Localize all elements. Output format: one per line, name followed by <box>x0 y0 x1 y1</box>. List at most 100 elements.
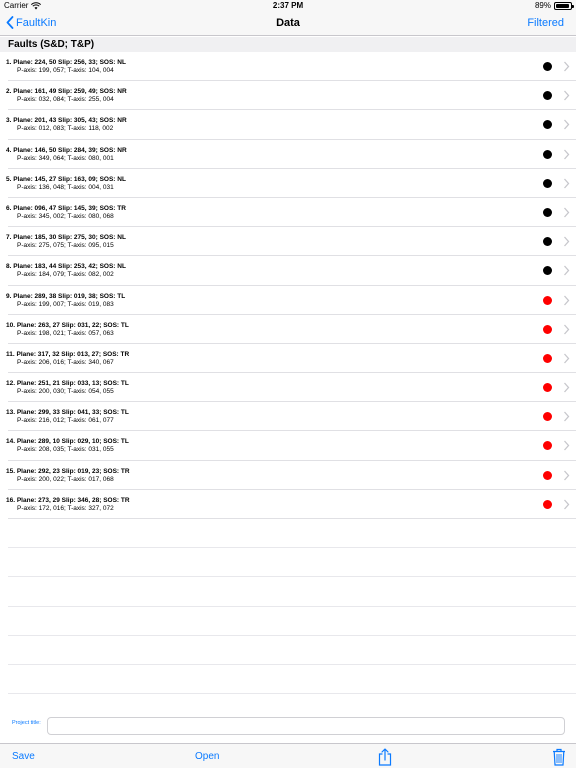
status-dot <box>543 120 552 130</box>
fault-axes: P-axis: 184, 079; T-axis: 082, 002 <box>17 271 114 279</box>
battery-fill <box>556 3 569 8</box>
status-dot <box>543 499 552 509</box>
chevron-right-icon <box>564 411 570 422</box>
fault-list: 1. Plane: 224, 50 Slip: 256, 33; SOS: NL… <box>0 52 576 695</box>
open-button[interactable]: Open <box>195 751 219 762</box>
status-dot <box>543 178 552 188</box>
section-header: Faults (S&D; T&P) <box>0 37 576 52</box>
chevron-right-icon <box>564 149 570 159</box>
status-dot <box>543 324 552 334</box>
fault-axes: P-axis: 198, 021; T-axis: 057, 063 <box>17 329 114 337</box>
project-title-input[interactable] <box>47 717 565 735</box>
fault-row[interactable]: 10. Plane: 263, 27 Slip: 031, 22; SOS: T… <box>6 315 576 344</box>
fault-plane-slip: 10. Plane: 263, 27 Slip: 031, 22; SOS: T… <box>6 321 129 329</box>
fault-axes: P-axis: 199, 007; T-axis: 019, 083 <box>17 300 114 308</box>
bottom-toolbar: Save Open <box>0 743 576 768</box>
fault-row[interactable]: 8. Plane: 183, 44 Slip: 253, 42; SOS: NL… <box>6 256 576 286</box>
status-dot <box>543 383 552 393</box>
fault-row[interactable]: 6. Plane: 096, 47 Slip: 145, 39; SOS: TR… <box>6 198 576 228</box>
fault-row[interactable]: 16. Plane: 273, 29 Slip: 346, 28; SOS: T… <box>6 490 576 519</box>
fault-plane-slip: 15. Plane: 292, 23 Slip: 019, 23; SOS: T… <box>6 467 130 475</box>
chevron-right-icon <box>564 324 570 335</box>
chevron-right-icon <box>564 61 570 72</box>
fault-plane-slip: 16. Plane: 273, 29 Slip: 346, 28; SOS: T… <box>6 496 130 504</box>
chevron-right-icon <box>564 207 570 218</box>
status-time: 2:37 PM <box>272 1 304 10</box>
fault-axes: P-axis: 216, 012; T-axis: 061, 077 <box>17 417 114 425</box>
fault-plane-slip: 2. Plane: 161, 49 Slip: 259, 49; SOS: NR <box>6 88 127 96</box>
chevron-right-icon <box>564 382 570 393</box>
status-dot <box>543 295 552 305</box>
fault-plane-slip: 13. Plane: 299, 33 Slip: 041, 33; SOS: T… <box>6 409 129 417</box>
fault-plane-slip: 12. Plane: 251, 21 Slip: 033, 13; SOS: T… <box>6 380 129 388</box>
fault-row[interactable]: 7. Plane: 185, 30 Slip: 275, 30; SOS: NL… <box>6 227 576 257</box>
fault-plane-slip: 7. Plane: 185, 30 Slip: 275, 30; SOS: NL <box>6 234 126 242</box>
status-dot <box>543 149 552 159</box>
chevron-right-icon <box>564 178 570 189</box>
fault-row[interactable]: 5. Plane: 145, 27 Slip: 163, 09; SOS: NL… <box>6 169 576 198</box>
fault-axes: P-axis: 172, 016; T-axis: 327, 072 <box>17 504 114 512</box>
share-icon <box>378 748 392 766</box>
chevron-right-icon <box>564 119 570 130</box>
fault-plane-slip: 5. Plane: 145, 27 Slip: 163, 09; SOS: NL <box>6 175 126 183</box>
battery-percent: 89% <box>534 1 551 10</box>
empty-row <box>8 519 576 549</box>
fault-axes: P-axis: 199, 057; T-axis: 104, 004 <box>17 67 114 74</box>
status-dot <box>543 353 552 363</box>
share-button[interactable] <box>378 748 392 768</box>
trash-icon <box>553 748 565 766</box>
status-dot <box>543 207 552 217</box>
page-title: Data <box>276 17 300 29</box>
fault-row[interactable]: 12. Plane: 251, 21 Slip: 033, 13; SOS: T… <box>6 373 576 403</box>
empty-row <box>8 577 576 607</box>
fault-axes: P-axis: 275, 075; T-axis: 095, 015 <box>17 242 114 250</box>
status-bar: Carrier 2:37 PM 89% <box>0 0 576 12</box>
chevron-right-icon <box>564 353 570 364</box>
status-right: 89% <box>534 1 574 10</box>
fault-row[interactable]: 13. Plane: 299, 33 Slip: 041, 33; SOS: T… <box>6 402 576 432</box>
fault-plane-slip: 6. Plane: 096, 47 Slip: 145, 39; SOS: TR <box>6 204 126 212</box>
fault-plane-slip: 14. Plane: 289, 10 Slip: 029, 10; SOS: T… <box>6 438 129 446</box>
fault-axes: P-axis: 208, 035; T-axis: 031, 055 <box>17 446 114 454</box>
fault-plane-slip: 1. Plane: 224, 50 Slip: 256, 33; SOS: NL <box>6 59 126 66</box>
fault-axes: P-axis: 012, 083; T-axis: 118, 002 <box>17 125 114 133</box>
trash-button[interactable] <box>552 748 566 768</box>
status-dot <box>543 91 552 101</box>
fault-row[interactable]: 4. Plane: 146, 50 Slip: 284, 39; SOS: NR… <box>6 140 576 169</box>
fault-axes: P-axis: 136, 048; T-axis: 004, 031 <box>17 183 114 191</box>
chevron-right-icon <box>564 470 570 481</box>
fault-row[interactable]: 3. Plane: 201, 43 Slip: 305, 43; SOS: NR… <box>6 110 576 140</box>
fault-axes: P-axis: 032, 084; T-axis: 255, 004 <box>17 96 114 104</box>
save-button[interactable]: Save <box>12 751 35 762</box>
fault-row[interactable]: 11. Plane: 317, 32 Slip: 013, 27; SOS: T… <box>6 344 576 374</box>
empty-row <box>8 607 576 636</box>
status-dot <box>543 441 552 451</box>
filtered-button[interactable]: Filtered <box>527 17 564 29</box>
chevron-right-icon <box>564 265 570 276</box>
fault-row[interactable]: 9. Plane: 289, 38 Slip: 019, 38; SOS: TL… <box>6 286 576 315</box>
chevron-right-icon <box>564 295 570 305</box>
status-dot <box>543 470 552 480</box>
fault-plane-slip: 4. Plane: 146, 50 Slip: 284, 39; SOS: NR <box>6 146 127 154</box>
fault-plane-slip: 3. Plane: 201, 43 Slip: 305, 43; SOS: NR <box>6 117 127 125</box>
fault-axes: P-axis: 206, 016; T-axis: 340, 067 <box>17 358 114 366</box>
chevron-right-icon <box>564 441 570 451</box>
status-dot <box>543 266 552 276</box>
fault-row[interactable]: 14. Plane: 289, 10 Slip: 029, 10; SOS: T… <box>6 431 576 461</box>
fault-axes: P-axis: 200, 022; T-axis: 017, 068 <box>17 475 114 483</box>
battery-icon <box>554 1 574 10</box>
chevron-right-icon <box>564 236 570 247</box>
fault-row[interactable]: 1. Plane: 224, 50 Slip: 256, 33; SOS: NL… <box>6 52 576 82</box>
status-dot <box>543 412 552 422</box>
chevron-right-icon <box>564 499 570 510</box>
empty-row <box>8 665 576 695</box>
project-title-label: Project title: <box>12 720 41 726</box>
project-area: Project title: <box>0 713 576 743</box>
fault-plane-slip: 8. Plane: 183, 44 Slip: 253, 42; SOS: NL <box>6 263 126 271</box>
status-dot <box>543 237 552 247</box>
fault-plane-slip: 11. Plane: 317, 32 Slip: 013, 27; SOS: T… <box>6 350 130 358</box>
navigation-bar: FaultKin Data Filtered <box>0 12 576 36</box>
fault-axes: P-axis: 345, 002; T-axis: 080, 068 <box>17 212 114 220</box>
fault-row[interactable]: 15. Plane: 292, 23 Slip: 019, 23; SOS: T… <box>6 461 576 490</box>
fault-row[interactable]: 2. Plane: 161, 49 Slip: 259, 49; SOS: NR… <box>6 81 576 111</box>
